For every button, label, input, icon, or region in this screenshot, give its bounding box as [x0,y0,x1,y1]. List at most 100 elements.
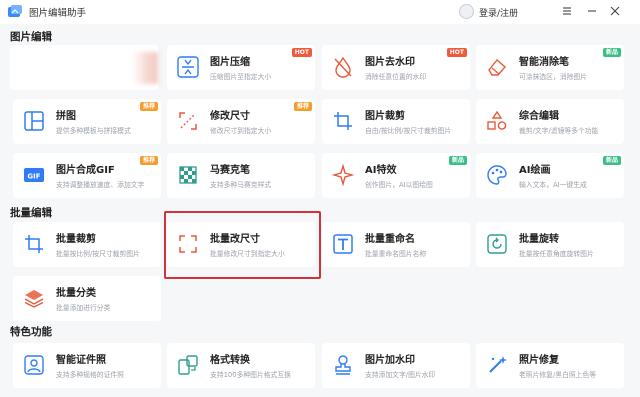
card-smart-erase-name: 智能消除笔 [519,57,569,68]
new-badge: 新品 [602,48,621,57]
banner-blur [132,52,158,84]
rotate-icon [487,234,507,254]
puzzle-grid-icon [24,111,44,131]
card-compress-desc: 压缩图片至指定大小 [210,73,272,81]
minimize-icon[interactable] [585,4,599,18]
new-badge: 新品 [602,156,621,165]
card-batch-resize-name: 批量改尺寸 [210,234,260,245]
card-ai-effect[interactable]: AI特效 创作图片，AI以图绘图 新品 [322,153,470,198]
card-ai-paint[interactable]: AI绘画 输入文本，AI一键生成 新品 [476,153,624,198]
section-title-batch: 批量编辑 [10,207,52,219]
card-batch-resize-desc: 批量修改尺寸到指定大小 [210,250,285,258]
card-gif-name: 图片合成GIF [56,165,115,176]
card-photo-repair-desc: 老照片修复/黑白照上色等 [519,371,597,379]
card-id-photo-name: 智能证件照 [56,355,106,366]
resize-arrows-icon [179,112,197,130]
card-mosaic-desc: 支持多种马赛克样式 [210,181,272,189]
card-format-convert-desc: 支持100多种图片格式互换 [210,371,291,379]
hot-badge: HOT [291,48,312,57]
recommend-badge: 推荐 [139,156,158,165]
card-add-watermark-name: 图片加水印 [365,355,415,366]
compress-icon [177,56,199,78]
card-id-photo[interactable]: 智能证件照 支持多种规格的证件照 [13,343,161,388]
card-batch-crop-name: 批量裁剪 [56,234,96,245]
magic-wand-icon [489,356,507,373]
card-batch-crop-desc: 批量按比例/按尺寸裁剪图片 [56,250,140,258]
card-batch-classify-desc: 批量添加进行分类 [56,304,111,312]
card-ai-paint-name: AI绘画 [519,165,551,176]
card-puzzle-name: 拼图 [56,111,76,122]
eraser-icon [488,58,506,76]
palette-icon [487,165,507,185]
stamp-icon [335,355,351,375]
card-mosaic[interactable]: 马赛克笔 支持多种马赛克样式 [167,153,315,198]
batch-crop-icon [25,235,43,253]
new-badge: 新品 [448,156,467,165]
user-avatar-icon[interactable] [459,4,474,19]
card-puzzle[interactable]: 拼图 提供多种模板与拼接模式 推荐 [13,99,161,144]
card-ai-effect-name: AI特效 [365,165,397,176]
crop-icon [334,112,352,130]
menu-icon[interactable] [560,4,574,18]
card-batch-crop[interactable]: 批量裁剪 批量按比例/按尺寸裁剪图片 [13,222,161,267]
card-puzzle-desc: 提供多种模板与拼接模式 [56,127,131,135]
card-mosaic-name: 马赛克笔 [210,165,250,176]
section-title-special: 特色功能 [10,326,52,338]
card-batch-rename[interactable]: 批量重命名 批量重命名图片名称 [322,222,470,267]
layers-icon [24,290,44,308]
close-icon[interactable] [608,4,622,18]
card-photo-repair-name: 照片修复 [519,355,559,366]
card-combo-edit[interactable]: 综合编辑 裁剪/文字/滤镜等多个功能 [476,99,624,144]
card-gif-desc: 支持调整播放速度、添加文字 [56,181,145,189]
card-batch-rename-name: 批量重命名 [365,234,415,245]
card-id-photo-desc: 支持多种规格的证件照 [56,371,124,379]
sparkle-icon [332,164,354,186]
id-photo-icon [24,355,44,375]
mosaic-icon [179,166,197,184]
card-gif[interactable]: GIF 图片合成GIF 支持调整播放速度、添加文字 推荐 [13,153,161,198]
card-batch-rotate-name: 批量旋转 [519,234,559,245]
card-smart-erase-desc: 可涂抹选区，消除图片 [519,73,587,81]
card-compress-name: 图片压缩 [210,57,250,68]
card-batch-classify[interactable]: 批量分类 批量添加进行分类 [13,276,161,321]
text-rename-icon [333,234,353,254]
card-batch-rotate[interactable]: 批量旋转 批量按任意角度旋转图片 [476,222,624,267]
batch-resize-icon [179,235,197,253]
recommend-badge: 推荐 [293,102,312,111]
card-ai-paint-desc: 输入文本，AI一键生成 [519,181,587,189]
card-crop-desc: 自由/按比例/按尺寸裁剪图片 [365,127,452,135]
card-crop-name: 图片裁剪 [365,111,405,122]
banner-card[interactable] [10,45,158,90]
card-watermark-remove-desc: 消除任意位置的水印 [365,73,427,81]
card-add-watermark-desc: 支持添加文字/图片水印 [365,371,436,379]
watermark-remove-icon [334,56,352,78]
shapes-icon [487,110,507,130]
app-logo-icon [8,5,22,17]
card-resize[interactable]: 修改尺寸 修改尺寸到指定大小 推荐 [167,99,315,144]
card-batch-resize[interactable]: 批量改尺寸 批量修改尺寸到指定大小 [167,222,315,267]
card-watermark-remove[interactable]: 图片去水印 消除任意位置的水印 HOT [322,45,470,90]
card-compress[interactable]: 图片压缩 压缩图片至指定大小 HOT [167,45,315,90]
card-resize-name: 修改尺寸 [210,111,250,122]
hot-badge: HOT [446,48,467,57]
login-register-link[interactable]: 登录/注册 [479,6,518,19]
section-title-edit: 图片编辑 [10,31,52,43]
convert-icon [178,355,198,375]
card-ai-effect-desc: 创作图片，AI以图绘图 [365,181,433,189]
card-smart-erase[interactable]: 智能消除笔 可涂抹选区，消除图片 新品 [476,45,624,90]
gif-icon: GIF [24,168,44,182]
card-combo-edit-desc: 裁剪/文字/滤镜等多个功能 [519,127,599,135]
card-add-watermark[interactable]: 图片加水印 支持添加文字/图片水印 [322,343,470,388]
card-resize-desc: 修改尺寸到指定大小 [210,127,272,135]
card-format-convert[interactable]: 格式转换 支持100多种图片格式互换 [167,343,315,388]
app-title: 图片编辑助手 [29,8,87,19]
card-watermark-remove-name: 图片去水印 [365,57,415,68]
card-photo-repair[interactable]: 照片修复 老照片修复/黑白照上色等 [476,343,624,388]
card-crop[interactable]: 图片裁剪 自由/按比例/按尺寸裁剪图片 [322,99,470,144]
card-format-convert-name: 格式转换 [210,355,250,366]
title-bar: 图片编辑助手 登录/注册 [0,0,640,24]
card-batch-rename-desc: 批量重命名图片名称 [365,250,427,258]
card-batch-classify-name: 批量分类 [56,288,96,299]
card-batch-rotate-desc: 批量按任意角度旋转图片 [519,250,594,258]
svg-text:GIF: GIF [27,173,40,181]
